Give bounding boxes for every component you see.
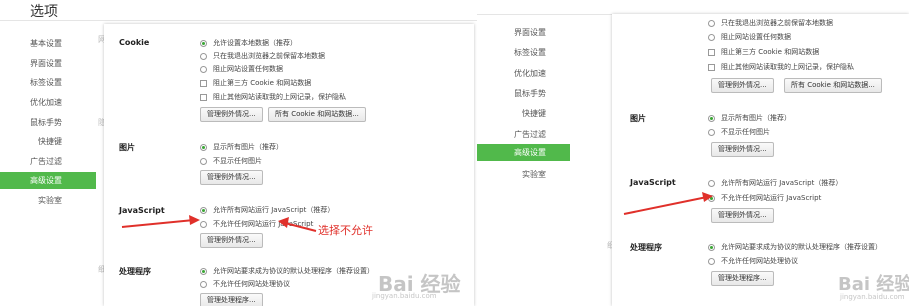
red-arrow-icon [189,215,200,225]
red-arrow-icon [284,222,317,232]
watermark-url: jingyan.baidu.com [372,292,437,300]
red-arrow-icon [702,192,713,202]
red-arrow-icon [121,219,195,228]
annotation-arrows [121,192,713,232]
watermark-url: jingyan.baidu.com [840,293,905,301]
red-arrow-icon [278,217,289,228]
red-arrow-icon [623,196,708,215]
